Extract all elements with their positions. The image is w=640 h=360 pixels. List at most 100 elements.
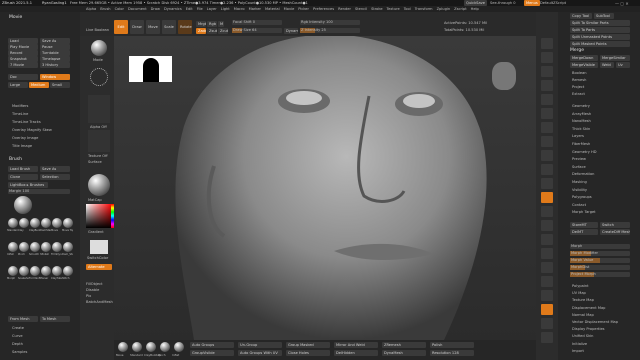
- right-list-item[interactable]: NanoMesh: [572, 119, 591, 123]
- create-diff-mesh-button[interactable]: CreateDiff Mesh: [600, 229, 630, 235]
- right-strip-icon[interactable]: [541, 136, 553, 147]
- canvas-bottom-button[interactable]: DelHidden: [334, 350, 378, 356]
- menu-item-macro[interactable]: Macro: [234, 7, 245, 11]
- brush-thumbnail[interactable]: [63, 266, 73, 276]
- right-bottom-list-item[interactable]: Texture Map: [572, 298, 594, 302]
- z-intensity-slider[interactable]: Z Intensity 25: [300, 28, 360, 33]
- brush-thumbnail[interactable]: [30, 242, 40, 252]
- right-strip-icon[interactable]: [541, 192, 553, 203]
- right-bottom-list-item[interactable]: Import: [572, 349, 584, 353]
- split-masked-button[interactable]: Split Masked Points: [570, 41, 630, 47]
- load-brush-button[interactable]: Load Brush: [8, 166, 38, 172]
- disable-label[interactable]: Disable: [86, 288, 99, 292]
- movie-row-4-a[interactable]: 7 Movie: [8, 62, 38, 68]
- right-strip-icon[interactable]: [541, 66, 553, 77]
- window-button[interactable]: Window: [40, 74, 70, 80]
- brush-thumbnail[interactable]: [52, 266, 62, 276]
- right-bottom-list-item[interactable]: Initialize: [572, 342, 587, 346]
- menu-item-stroke[interactable]: Stroke: [371, 7, 382, 11]
- left-list-item[interactable]: TimeLine Tracks: [12, 120, 41, 124]
- left-list2-item[interactable]: Curve: [12, 334, 23, 338]
- brush-thumbnail[interactable]: [52, 242, 62, 252]
- material-sphere[interactable]: [91, 40, 107, 56]
- left-list2-item[interactable]: Create: [12, 326, 24, 330]
- canvas-bottom-button[interactable]: ZRemesh: [382, 342, 426, 348]
- right-strip-icon[interactable]: [541, 276, 553, 287]
- switchcolor-label[interactable]: SwitchColor: [87, 256, 108, 260]
- current-brush-preview[interactable]: [14, 196, 32, 214]
- zadd-button[interactable]: Zadd: [196, 28, 206, 34]
- right-strip-icon[interactable]: [541, 164, 553, 175]
- split-parts-button[interactable]: Split To Parts: [570, 27, 630, 33]
- menu-item-edit[interactable]: Edit: [186, 7, 193, 11]
- brush-thumbnail[interactable]: [41, 266, 51, 276]
- menu-item-render[interactable]: Render: [338, 7, 351, 11]
- brush-thumbnail[interactable]: [30, 266, 40, 276]
- edit-button[interactable]: Edit: [114, 20, 128, 34]
- move-button[interactable]: Move: [146, 20, 160, 34]
- menu-item-brush[interactable]: Brush: [100, 7, 110, 11]
- canvas-bottom-button[interactable]: Resolution 128: [430, 350, 474, 356]
- menu-item-zscript[interactable]: Zscript: [454, 7, 466, 11]
- rotate-button[interactable]: Rotate: [178, 20, 192, 34]
- right-bottom-list-item[interactable]: Display Properties: [572, 327, 605, 331]
- left-list-item[interactable]: TimeLine: [12, 112, 28, 116]
- brush-thumbnail[interactable]: [8, 218, 18, 228]
- left-list2-item[interactable]: Depth: [12, 342, 23, 346]
- bottom-tool-thumb[interactable]: [174, 342, 184, 352]
- alternate-button[interactable]: Alternate: [86, 264, 112, 270]
- dynamic-button[interactable]: Dynamic: [284, 28, 298, 34]
- bottom-tool-thumb[interactable]: [132, 342, 142, 352]
- menu-item-light[interactable]: Light: [221, 7, 230, 11]
- merge-similar-button[interactable]: MergeSimilar: [600, 55, 630, 61]
- menu-item-dynamics[interactable]: Dynamics: [164, 7, 182, 11]
- right-bottom-list-item[interactable]: Vector Displacement Map: [572, 320, 618, 324]
- right-bottom-list-item[interactable]: Polypaint: [572, 284, 589, 288]
- canvas-bottom-button[interactable]: Polish: [430, 342, 474, 348]
- color-picker[interactable]: [86, 204, 112, 228]
- right-list-item[interactable]: Visibility: [572, 188, 587, 192]
- right-strip-icon[interactable]: [541, 304, 553, 315]
- brush-thumbnail[interactable]: [52, 218, 62, 228]
- morph-slider[interactable]: Morph Modifier: [570, 251, 630, 256]
- right-bottom-list-item[interactable]: UV Map: [572, 291, 586, 295]
- brush-thumbnail[interactable]: [8, 266, 18, 276]
- left-list-item[interactable]: Overlay Image: [12, 136, 38, 140]
- bottom-tool-thumb[interactable]: [146, 342, 156, 352]
- menu-item-layer[interactable]: Layer: [207, 7, 217, 11]
- menu-item-preferences[interactable]: Preferences: [313, 7, 334, 11]
- menu-item-help[interactable]: Help: [471, 7, 479, 11]
- zsub-button[interactable]: Zsub: [207, 28, 217, 34]
- rgb-button[interactable]: Rgb: [207, 21, 217, 27]
- right-strip-icon[interactable]: [541, 220, 553, 231]
- focal-shift-slider[interactable]: Focal Shift 0: [232, 20, 282, 25]
- scale-button[interactable]: Scale: [162, 20, 176, 34]
- medium-button[interactable]: Medium: [29, 82, 49, 88]
- pix-label[interactable]: Pix: [86, 294, 91, 298]
- right-list-item[interactable]: Geometry HD: [572, 150, 597, 154]
- switch-button[interactable]: Switch: [600, 222, 630, 228]
- canvas-bottom-button[interactable]: DynaMesh: [382, 350, 426, 356]
- bottom-tool-thumb[interactable]: [160, 342, 170, 352]
- menu-item-alpha[interactable]: Alpha: [86, 7, 96, 11]
- right-strip-icon[interactable]: [541, 290, 553, 301]
- seethrough-slider[interactable]: See-through 0: [490, 1, 516, 5]
- left-list-item[interactable]: Title Image: [12, 144, 32, 148]
- doc-button[interactable]: Doc: [8, 74, 38, 80]
- right-strip-icon[interactable]: [541, 178, 553, 189]
- stroke-icon[interactable]: [90, 68, 108, 86]
- uv-button[interactable]: Uv: [616, 62, 630, 68]
- menu-item-document[interactable]: Document: [128, 7, 147, 11]
- viewport-canvas[interactable]: [114, 36, 536, 340]
- storemt-button[interactable]: StoreMT: [570, 222, 598, 228]
- menu-item-material[interactable]: Material: [265, 7, 280, 11]
- right-list-item[interactable]: Preview: [572, 157, 586, 161]
- fillobject-label[interactable]: FillObject: [86, 282, 103, 286]
- draw-button[interactable]: Draw: [130, 20, 144, 34]
- brush-thumbnail[interactable]: [19, 218, 29, 228]
- menu-item-stencil[interactable]: Stencil: [355, 7, 367, 11]
- subtool-button[interactable]: SubTool: [594, 13, 614, 19]
- menu-item-color[interactable]: Color: [115, 7, 124, 11]
- bottom-tool-thumb[interactable]: [118, 342, 128, 352]
- canvas-bottom-button[interactable]: Group Masked: [286, 342, 330, 348]
